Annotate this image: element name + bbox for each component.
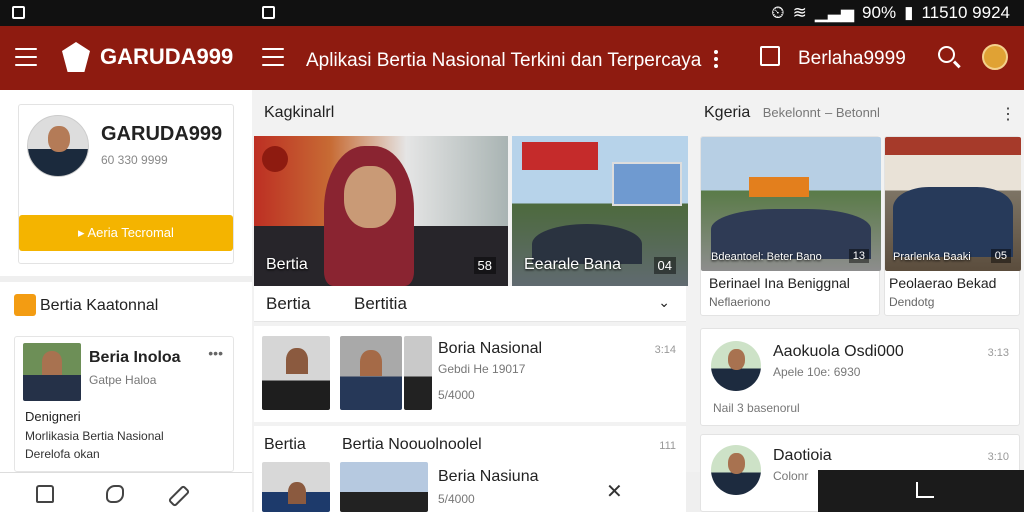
alarm-icon: ⏲: [771, 3, 785, 22]
news-label: Denigneri: [25, 409, 81, 424]
battery-icon: ▮: [904, 3, 914, 22]
status-bar: ⏲ ≋ ▁▃▅ 90% ▮ 11510 9924: [0, 0, 1024, 26]
profile-photo: [27, 115, 89, 177]
home-icon[interactable]: [36, 485, 54, 503]
profile-id: 60 330 9999: [101, 153, 168, 167]
profile-card: GARUDA999 60 330 9999 Aeria Tecromal: [18, 104, 234, 264]
news-subtitle: Gatpe Haloa: [89, 373, 157, 387]
hero-badge: 58: [473, 257, 496, 274]
more-icon[interactable]: [714, 50, 718, 71]
list-item-subtitle: Gebdi He 19017: [438, 362, 526, 376]
card-time: 3:10: [987, 451, 1009, 463]
bottom-nav: [0, 472, 252, 512]
puzzle-icon[interactable]: [106, 485, 124, 503]
list-card[interactable]: Aaokuola Osdi000 Apele 10e: 6930 Nail 3 …: [700, 328, 1020, 426]
list-item-meta: 5/4000: [438, 388, 475, 402]
gallery-icon: [262, 6, 275, 19]
news-title: Beria Inoloa: [89, 349, 181, 366]
hero-label: Eearale Bana: [524, 256, 621, 273]
pencil-icon[interactable]: [167, 484, 191, 508]
search-icon[interactable]: [938, 46, 955, 63]
hero-card[interactable]: Eearale Bana 04: [512, 136, 688, 286]
garuda-logo-icon: [62, 42, 90, 72]
hero-card[interactable]: Bertia 58: [254, 136, 508, 286]
tile-caption: Prarlenka Baaki: [893, 251, 971, 263]
wifi-icon: ≋: [792, 3, 807, 22]
app-title: Aplikasi Bertia Nasional Terkini dan Ter…: [306, 50, 702, 71]
chevron-down-icon[interactable]: ⌄: [658, 294, 670, 311]
play-icon[interactable]: [262, 146, 288, 172]
right-heading: Kgeria Bekelonnt – Betonnl: [704, 104, 880, 122]
tile-caption: Bdeantoel: Beter Bano: [711, 251, 822, 263]
news-section-icon: [14, 294, 36, 316]
gallery-icon: [12, 6, 25, 19]
list-item-title: Bertia Noouolnoolel: [342, 436, 482, 453]
clock: 11510 9924: [921, 3, 1010, 22]
list-item[interactable]: Beria Nasiuna 5/4000 ✕: [254, 460, 686, 512]
tile-subtitle: Dendotg: [889, 295, 935, 309]
primary-button[interactable]: Aeria Tecromal: [19, 215, 233, 251]
brand[interactable]: GARUDA999: [62, 42, 233, 72]
profile-name: GARUDA999: [101, 123, 223, 145]
avatar[interactable]: [982, 44, 1008, 70]
card-subtitle: Colonr: [773, 469, 809, 483]
separator: –: [824, 105, 836, 120]
section-title: Bertia Kaatonnal: [40, 297, 159, 314]
tab-bar: Bertia Bertitia ⌄: [254, 286, 686, 322]
card-title: Aaokuola Osdi000: [773, 343, 904, 360]
section-label: Bertia: [264, 436, 306, 453]
account-name[interactable]: Berlaha9999: [798, 48, 906, 70]
brand-name: GARUDA999: [100, 44, 234, 69]
list-item[interactable]: Boria Nasional Gebdi He 19017 5/4000 3:1…: [254, 326, 686, 422]
divider: [0, 276, 252, 282]
battery-level: 90%: [862, 3, 897, 22]
tile-card[interactable]: Bdeantoel: Beter Bano 13 Berinael Ina Be…: [700, 136, 881, 316]
list-item-title: Beria Nasiuna: [438, 468, 539, 485]
news-thumbnail: [23, 343, 81, 401]
card-time: 3:13: [987, 347, 1009, 359]
card-subtitle: Apele 10e: 6930: [773, 365, 861, 379]
more-icon[interactable]: ⋮: [1000, 104, 1016, 124]
list-item-time: 3:14: [654, 344, 676, 356]
menu-icon[interactable]: [15, 48, 37, 66]
right-heading-sub: Bekelonnt: [762, 105, 821, 120]
avatar: [711, 445, 761, 495]
tools-icon[interactable]: ✕: [606, 482, 626, 502]
center-heading: Kagkinalrl: [264, 104, 335, 121]
avatar: [711, 341, 761, 391]
right-heading-title: Kgeria: [704, 104, 751, 121]
card-title: Daotioia: [773, 447, 832, 464]
tile-card[interactable]: Prarlenka Baaki 05 Peolaerao Bekad Dendo…: [884, 136, 1021, 316]
tile-badge: 05: [990, 249, 1011, 263]
news-card[interactable]: Beria Inoloa Gatpe Haloa ••• Denigneri M…: [14, 336, 234, 472]
tile-badge: 13: [848, 249, 869, 263]
tile-subtitle: Neflaeriono: [709, 295, 771, 309]
card-extra: Nail 3 basenorul: [713, 401, 800, 415]
tile-title: Peolaerao Bekad: [889, 275, 997, 291]
hero-label: Bertia: [266, 256, 308, 273]
menu-icon[interactable]: [262, 48, 284, 66]
hero-badge: 04: [653, 257, 676, 274]
news-body: Morlikasia Bertia Nasional: [25, 429, 164, 443]
news-body-2: Derelofa okan: [25, 447, 100, 461]
tab-bertia[interactable]: Bertia: [266, 294, 310, 314]
signal-icon: ▁▃▅: [814, 3, 855, 22]
list-item-time: 111: [659, 440, 676, 452]
more-icon[interactable]: •••: [208, 345, 223, 361]
open-external-icon[interactable]: [760, 46, 780, 66]
share-icon[interactable]: [916, 482, 934, 498]
right-heading-sub2: Betonnl: [835, 105, 880, 120]
list-item-meta: 5/4000: [438, 492, 475, 506]
list-item-title: Boria Nasional: [438, 340, 543, 357]
status-icons: ⏲ ≋ ▁▃▅ 90% ▮ 11510 9924: [771, 3, 1010, 23]
tile-title: Berinael Ina Beniggnal: [709, 275, 850, 291]
tab-bertitia[interactable]: Bertitia: [354, 294, 407, 314]
app-bar: GARUDA999 Aplikasi Bertia Nasional Terki…: [0, 26, 1024, 90]
